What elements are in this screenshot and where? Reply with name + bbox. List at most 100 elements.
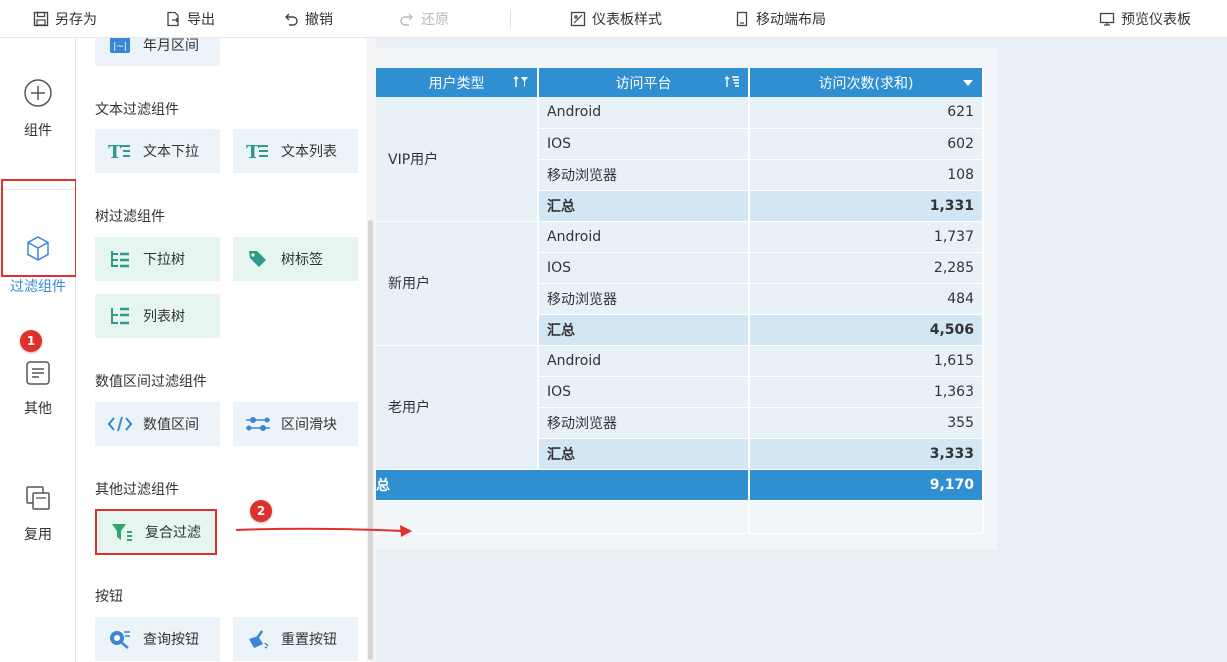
tree-list-icon [107, 305, 133, 327]
nav-reuse[interactable]: 复用 [0, 484, 76, 544]
range-slider-item[interactable]: 区间滑块 [233, 402, 358, 446]
step-badge-2: 2 [250, 500, 272, 522]
text-dropdown-icon: T [107, 140, 133, 162]
query-button-item[interactable]: 查询按钮 [95, 617, 220, 661]
nav-components[interactable]: 组件 [0, 78, 76, 140]
numeric-filter-title: 数值区间过滤组件 [95, 374, 207, 390]
component-panel: |~| 年月区间 文本过滤组件 T 文本下拉 T 文本列表 树过滤组件 下拉树 … [76, 38, 366, 662]
year-month-range-item[interactable]: |~| 年月区间 [95, 38, 220, 66]
text-list-item[interactable]: T 文本列表 [233, 129, 358, 173]
tree-tag-label: 树标签 [281, 252, 323, 268]
export-label: 导出 [187, 12, 215, 28]
numeric-range-item[interactable]: 数值区间 [95, 402, 220, 446]
undo-label: 撤销 [305, 12, 333, 28]
platform-cell: 移动浏览器 [538, 159, 750, 191]
subtotal-label: 汇总 [538, 438, 750, 470]
composite-filter-highlight [95, 509, 217, 555]
sort-icon[interactable] [724, 75, 740, 89]
code-icon [107, 413, 133, 435]
grand-total-label: 总 [376, 469, 750, 501]
chevron-down-icon[interactable] [962, 79, 974, 87]
grand-total-row: 总 9,170 [376, 469, 984, 501]
tree-dropdown-label: 下拉树 [143, 252, 185, 268]
visits-cell: 108 [749, 159, 984, 191]
nav-reuse-label: 复用 [24, 527, 52, 543]
empty-cell [749, 500, 984, 534]
tree-dropdown-item[interactable]: 下拉树 [95, 237, 220, 281]
tree-tag-item[interactable]: 树标签 [233, 237, 358, 281]
toolbar-divider [510, 9, 511, 29]
tree-dropdown-icon [107, 248, 133, 270]
range-slider-label: 区间滑块 [281, 417, 337, 433]
subtotal-value: 3,333 [749, 438, 984, 470]
header-user-type[interactable]: 用户类型 [376, 68, 539, 97]
document-icon [26, 361, 50, 385]
empty-cell [376, 500, 750, 534]
pivot-table: 用户类型 访问平台 访问次数(求和) VIP用户 Android 621 IOS… [376, 68, 984, 534]
platform-cell: 移动浏览器 [538, 283, 750, 315]
svg-text:T: T [108, 142, 122, 160]
grand-total-value: 9,170 [749, 469, 984, 501]
mobile-layout-label: 移动端布局 [756, 12, 826, 28]
user-type-cell: VIP用户 [376, 97, 539, 222]
numeric-range-label: 数值区间 [143, 417, 199, 433]
text-list-icon: T [245, 140, 271, 162]
platform-cell: IOS [538, 252, 750, 284]
reset-button-item[interactable]: 重置按钮 [233, 617, 358, 661]
left-nav: 组件 过滤组件 其他 复用 [0, 38, 76, 662]
reset-button-label: 重置按钮 [281, 632, 337, 648]
visits-cell: 602 [749, 128, 984, 160]
table-row: VIP用户 Android 621 [376, 97, 984, 222]
monitor-icon [1098, 10, 1116, 28]
nav-highlight-box [1, 179, 77, 277]
nav-other-label: 其他 [24, 401, 52, 417]
platform-cell: Android [538, 97, 750, 129]
other-filter-title: 其他过滤组件 [95, 482, 179, 498]
tree-list-label: 列表树 [143, 309, 185, 325]
header-visits[interactable]: 访问次数(求和) [749, 68, 984, 97]
panel-scrollbar-thumb[interactable] [368, 220, 373, 660]
dashboard-style-button[interactable]: 仪表板样式 [569, 0, 662, 38]
save-as-label: 另存为 [55, 12, 97, 28]
platform-cell: Android [538, 221, 750, 253]
nav-components-label: 组件 [24, 123, 52, 139]
visits-cell: 621 [749, 97, 984, 129]
empty-row [376, 500, 984, 534]
preview-dashboard-button[interactable]: 预览仪表板 [1098, 0, 1191, 38]
sort-icon[interactable] [513, 75, 529, 89]
palette-icon [569, 10, 587, 28]
redo-button[interactable]: 还原 [398, 0, 449, 38]
text-filter-title: 文本过滤组件 [95, 102, 179, 118]
visits-cell: 1,737 [749, 221, 984, 253]
copy-layers-icon [26, 486, 50, 510]
dashboard-style-label: 仪表板样式 [592, 12, 662, 28]
undo-button[interactable]: 撤销 [282, 0, 333, 38]
tree-list-item[interactable]: 列表树 [95, 294, 220, 338]
visits-cell: 2,285 [749, 252, 984, 284]
broom-icon [245, 628, 271, 650]
preview-label: 预览仪表板 [1121, 12, 1191, 28]
step-badge-1: 1 [20, 330, 42, 352]
export-button[interactable]: 导出 [164, 0, 215, 38]
query-button-label: 查询按钮 [143, 632, 199, 648]
save-as-button[interactable]: 另存为 [32, 0, 97, 38]
mobile-layout-button[interactable]: 移动端布局 [733, 0, 826, 38]
nav-other[interactable]: 其他 [0, 360, 76, 418]
header-platform[interactable]: 访问平台 [538, 68, 750, 97]
save-icon [32, 10, 50, 28]
text-dropdown-item[interactable]: T 文本下拉 [95, 129, 220, 173]
redo-icon [398, 10, 416, 28]
query-search-icon [107, 628, 133, 650]
user-type-cell: 新用户 [376, 221, 539, 346]
visits-cell: 484 [749, 283, 984, 315]
button-title: 按钮 [95, 589, 123, 605]
calendar-range-icon: |~| [107, 38, 133, 56]
platform-cell: Android [538, 345, 750, 377]
subtotal-value: 4,506 [749, 314, 984, 346]
svg-text:T: T [246, 142, 260, 160]
subtotal-label: 汇总 [538, 314, 750, 346]
slider-icon [245, 413, 271, 435]
platform-cell: IOS [538, 128, 750, 160]
table-row: 老用户 Android 1,615 [376, 345, 984, 470]
visits-cell: 355 [749, 407, 984, 439]
